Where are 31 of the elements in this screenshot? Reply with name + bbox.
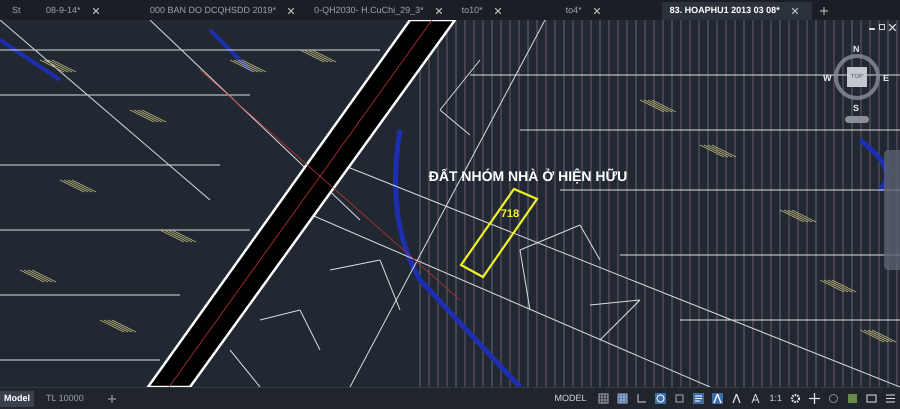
new-tab-icon[interactable] [820,7,828,15]
zone-label: ĐẤT NHÓM NHÀ Ở HIỆN HỮU [428,168,628,184]
grid-icon[interactable] [598,393,610,404]
compass-west[interactable]: W [823,72,832,86]
close-icon[interactable] [288,8,294,14]
file-tab[interactable]: 08-9-14* [38,2,138,20]
compass-north[interactable]: N [853,43,860,56]
layout-tab[interactable]: TL 10000 [34,390,96,406]
restore-icon[interactable] [879,24,885,30]
annotation-scale[interactable]: 1:1 [769,392,782,406]
close-icon[interactable] [436,8,442,14]
file-tab[interactable]: 0-QH2030- H.CuChi_29_3* [306,2,450,20]
close-icon[interactable] [594,8,600,14]
close-icon[interactable] [92,8,99,14]
parcel-number: 718 [500,208,520,220]
settings-icon[interactable] [790,393,801,404]
compass-south[interactable]: S [853,102,860,116]
file-tab[interactable]: 83. HOAPHU1 2013 03 08* [662,2,812,20]
file-tab[interactable]: to4* [558,2,658,20]
layout-tab[interactable]: Model [0,390,34,406]
close-icon[interactable] [889,24,896,31]
add-layout-icon[interactable] [108,394,116,402]
close-icon[interactable] [792,8,798,14]
file-tab[interactable]: St [4,2,34,20]
file-tab[interactable]: 000 BAN DO DCQHSDD 2019* [142,2,302,20]
compass-east[interactable]: E [883,72,890,86]
close-icon[interactable] [494,8,501,14]
plus-icon[interactable] [809,393,820,404]
model-space-button[interactable]: MODEL [554,392,586,406]
parcel-outline[interactable] [459,188,539,278]
file-tab[interactable]: to10* [454,2,554,20]
